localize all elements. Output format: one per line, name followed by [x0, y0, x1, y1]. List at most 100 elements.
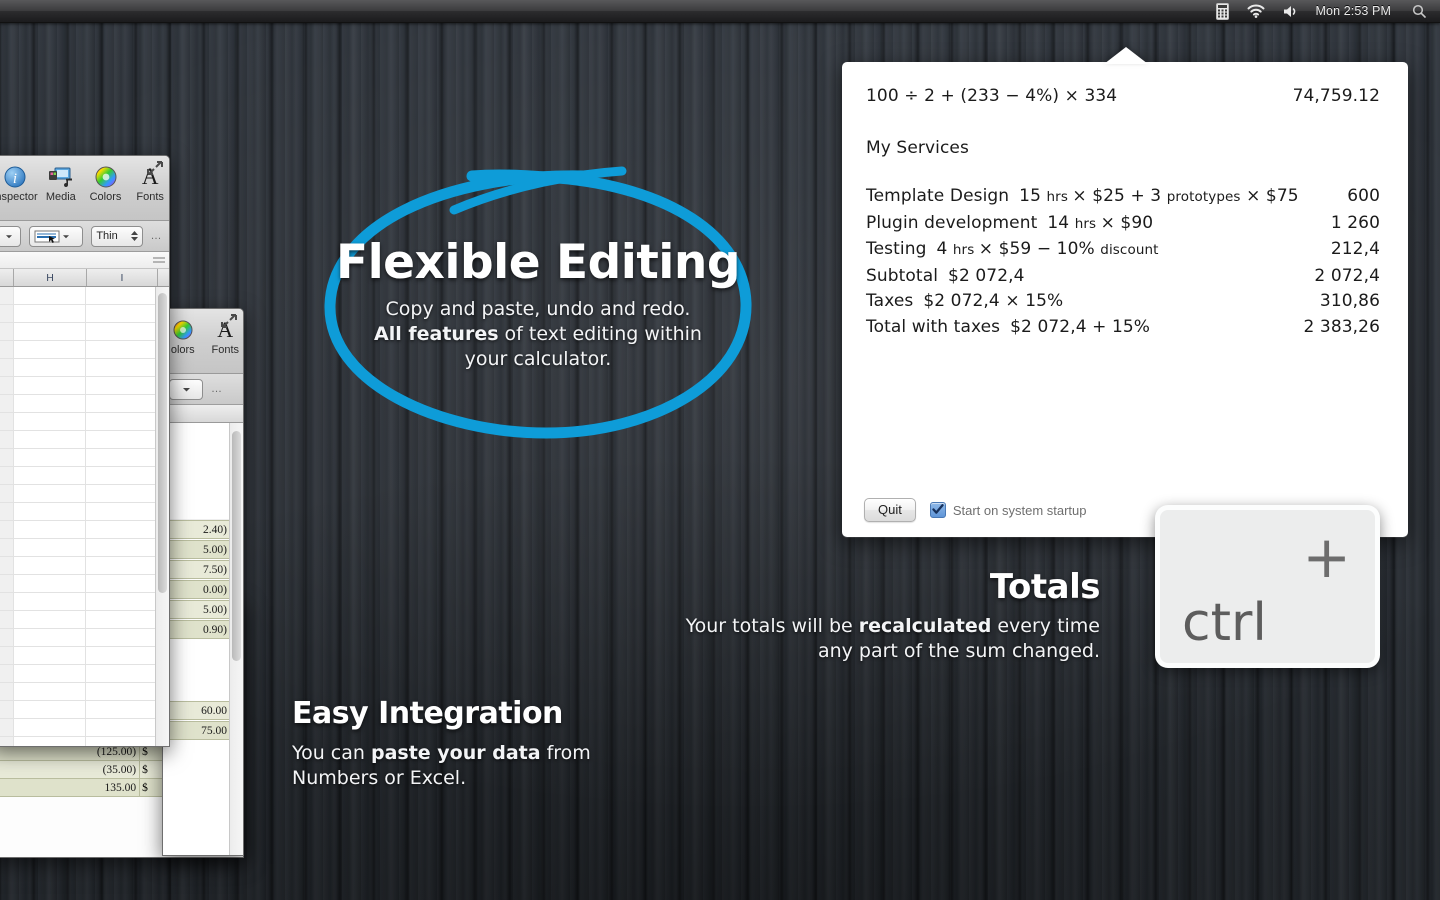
- spreadsheet-row[interactable]: [0, 467, 156, 485]
- cell-currency[interactable]: $: [139, 779, 156, 796]
- start-on-startup-checkbox[interactable]: Start on system startup: [929, 502, 1087, 518]
- spreadsheet-cell[interactable]: [86, 611, 156, 628]
- calculator-line-item[interactable]: Template Design 15 hrs × $25 + 3 prototyp…: [866, 184, 1380, 211]
- spreadsheet-cell[interactable]: [0, 449, 14, 466]
- spreadsheet-row[interactable]: [0, 305, 156, 323]
- spreadsheet-cell[interactable]: [14, 395, 86, 412]
- spreadsheet-cell[interactable]: [86, 431, 156, 448]
- line-style-dropdown[interactable]: [28, 225, 84, 247]
- spreadsheet-row[interactable]: [0, 431, 156, 449]
- spreadsheet-row[interactable]: [0, 413, 156, 431]
- menu-bar[interactable]: Mon 2:53 PM: [0, 0, 1440, 23]
- search-icon[interactable]: [1403, 0, 1440, 22]
- spreadsheet-cell[interactable]: [14, 701, 86, 718]
- spreadsheet-cell[interactable]: [86, 449, 156, 466]
- spreadsheet-cell[interactable]: [14, 323, 86, 340]
- toolbar-button-colors[interactable]: Colors: [87, 164, 125, 203]
- spreadsheet-row[interactable]: [0, 701, 156, 719]
- spreadsheet-cell[interactable]: [86, 305, 156, 322]
- spreadsheet-cell[interactable]: [86, 503, 156, 520]
- spreadsheet-row[interactable]: [0, 611, 156, 629]
- clipped-number-cell[interactable]: 0.00): [163, 580, 231, 599]
- spreadsheet-cell[interactable]: [86, 287, 156, 304]
- spreadsheet-cell[interactable]: [14, 359, 86, 376]
- spreadsheet-cell[interactable]: [86, 737, 156, 746]
- wifi-icon[interactable]: [1238, 0, 1274, 22]
- spreadsheet-body[interactable]: [0, 287, 169, 746]
- spreadsheet-cell[interactable]: [86, 719, 156, 736]
- clipped-number-cell[interactable]: 5.00): [163, 600, 231, 619]
- spreadsheet-cell[interactable]: [86, 485, 156, 502]
- spreadsheet-row[interactable]: [0, 503, 156, 521]
- spreadsheet-cell[interactable]: [14, 449, 86, 466]
- spreadsheet-row[interactable]: [0, 737, 156, 746]
- spreadsheet-body[interactable]: 2.40) 5.00) 7.50) 0.00) 5.00) 0.90) 60.00 75.00: [163, 423, 243, 855]
- spreadsheet-cell[interactable]: [86, 683, 156, 700]
- spreadsheet-cell[interactable]: [86, 467, 156, 484]
- spreadsheet-cell[interactable]: [14, 575, 86, 592]
- spreadsheet-cell[interactable]: [0, 341, 14, 358]
- spreadsheet-cell[interactable]: [0, 719, 14, 736]
- cell-delta[interactable]: (35.00): [0, 761, 140, 778]
- spreadsheet-row[interactable]: [0, 539, 156, 557]
- spreadsheet-row[interactable]: [0, 719, 156, 737]
- spreadsheet-cell[interactable]: [14, 305, 86, 322]
- spreadsheet-row[interactable]: [0, 377, 156, 395]
- spreadsheet-row[interactable]: [0, 575, 156, 593]
- spreadsheet-cell[interactable]: [14, 467, 86, 484]
- spreadsheet-cell[interactable]: [0, 395, 14, 412]
- spreadsheet-cell[interactable]: [0, 737, 14, 746]
- spreadsheet-cell[interactable]: [0, 575, 14, 592]
- toolbar-button-media[interactable]: Media: [42, 164, 80, 203]
- volume-icon[interactable]: [1274, 0, 1308, 22]
- spreadsheet-cell[interactable]: [14, 647, 86, 664]
- toolbar-button-colors[interactable]: olors: [165, 317, 201, 356]
- spreadsheet-cell[interactable]: [14, 521, 86, 538]
- spreadsheet-cell[interactable]: [14, 683, 86, 700]
- spreadsheet-cell[interactable]: [0, 287, 14, 304]
- spreadsheet-cell[interactable]: [14, 539, 86, 556]
- calculator-line-items[interactable]: Template Design 15 hrs × $25 + 3 prototyp…: [866, 184, 1380, 340]
- spreadsheet-cell[interactable]: [14, 431, 86, 448]
- menubar-clock[interactable]: Mon 2:53 PM: [1308, 0, 1403, 22]
- spreadsheet-cell[interactable]: [14, 557, 86, 574]
- spreadsheet-cell[interactable]: [14, 611, 86, 628]
- spreadsheet-row[interactable]: [0, 359, 156, 377]
- spreadsheet-cell[interactable]: [14, 287, 86, 304]
- spreadsheet-cell[interactable]: [86, 557, 156, 574]
- clipped-number-cell[interactable]: 60.00: [163, 701, 231, 720]
- calculator-content[interactable]: 100 ÷ 2 + (233 − 4%) × 334 74,759.12 My …: [842, 62, 1408, 537]
- vertical-scrollbar[interactable]: [229, 423, 243, 855]
- spreadsheet-cell[interactable]: [0, 485, 14, 502]
- formula-bar[interactable]: [0, 252, 169, 269]
- spreadsheet-cell[interactable]: [0, 413, 14, 430]
- calculator-line-item[interactable]: Plugin development 14 hrs × $90 1 260: [866, 211, 1380, 238]
- spreadsheet-row[interactable]: [0, 287, 156, 305]
- spreadsheet-row[interactable]: [0, 629, 156, 647]
- spreadsheet-cell[interactable]: [14, 665, 86, 682]
- spreadsheet-cell[interactable]: [14, 737, 86, 746]
- spreadsheet-cell[interactable]: [0, 467, 14, 484]
- stroke-weight-stepper[interactable]: Thin: [91, 225, 143, 247]
- spreadsheet-row[interactable]: [0, 521, 156, 539]
- dropdown-control[interactable]: [169, 378, 203, 400]
- cell-currency[interactable]: $: [139, 761, 156, 778]
- calculator-line-item[interactable]: Testing 4 hrs × $59 − 10% discount 212,4: [866, 237, 1380, 264]
- spreadsheet-cell[interactable]: [0, 611, 14, 628]
- align-dropdown[interactable]: [0, 225, 21, 247]
- spreadsheet-cell[interactable]: [0, 305, 14, 322]
- spreadsheet-cell[interactable]: [0, 359, 14, 376]
- column-header-i[interactable]: I: [87, 269, 158, 286]
- calculator-group-title-row[interactable]: My Services: [866, 136, 1380, 162]
- spreadsheet-cell[interactable]: [86, 575, 156, 592]
- spreadsheet-cell[interactable]: [86, 359, 156, 376]
- spreadsheet-row[interactable]: [0, 341, 156, 359]
- spreadsheet-cell[interactable]: [86, 413, 156, 430]
- spreadsheet-cell[interactable]: [86, 539, 156, 556]
- spreadsheet-row[interactable]: [0, 323, 156, 341]
- spreadsheet-cell[interactable]: [0, 521, 14, 538]
- spreadsheet-cell[interactable]: [0, 701, 14, 718]
- calculator-line-item[interactable]: Taxes $2 072,4 × 15% 310,86: [866, 289, 1380, 315]
- spreadsheet-cell[interactable]: [14, 341, 86, 358]
- spreadsheet-cell[interactable]: [0, 377, 14, 394]
